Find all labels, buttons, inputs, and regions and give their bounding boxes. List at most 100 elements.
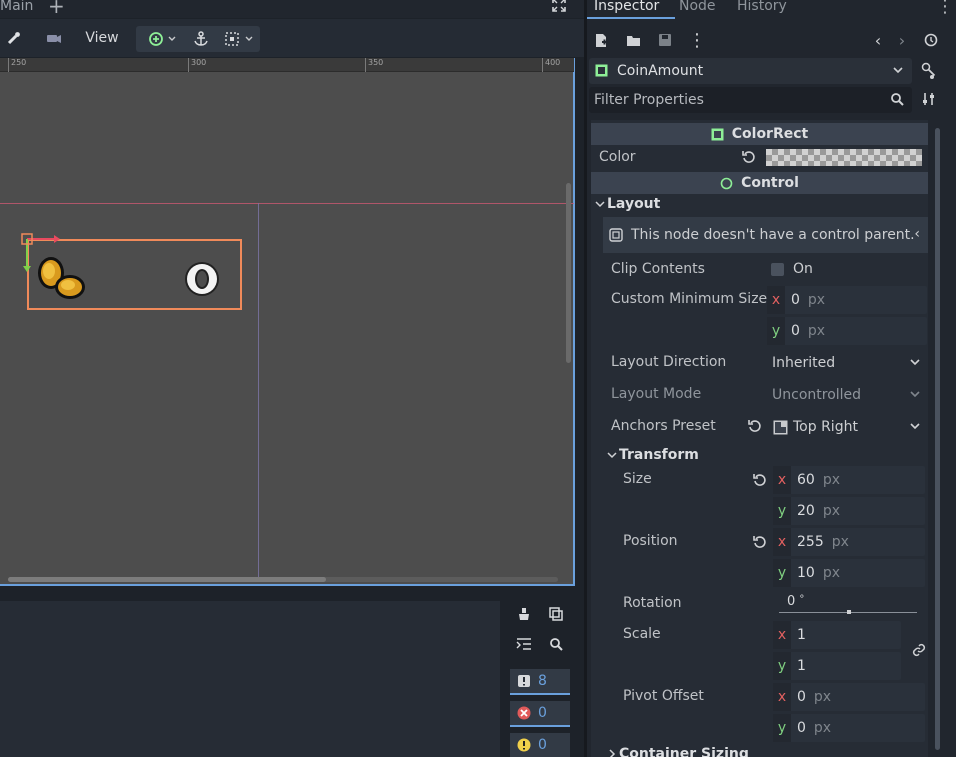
position-y-field[interactable]: y 10 px [773, 559, 925, 587]
pivot-offset-label: Pivot Offset [623, 688, 704, 704]
section-control[interactable]: Control [591, 172, 928, 194]
layout-mode-dropdown: Uncontrolled [767, 381, 927, 409]
collapse-output-icon[interactable] [510, 631, 538, 657]
reset-icon[interactable] [748, 419, 762, 437]
chevron-down-icon [910, 359, 920, 366]
new-resource-icon[interactable] [591, 26, 611, 54]
snap-tools-group [136, 26, 260, 52]
add-node-dropdown-button[interactable] [146, 20, 180, 58]
resource-menu-icon[interactable]: ⋮ [687, 26, 707, 54]
colorrect-node-icon [711, 128, 724, 140]
unit-label: px [807, 323, 826, 339]
reset-icon[interactable] [753, 473, 767, 491]
message-count-toggle[interactable]: 8 [510, 669, 570, 695]
inspector-scrollbar[interactable] [935, 128, 940, 750]
anchors-preset-dropdown[interactable]: Top Right [767, 413, 927, 441]
tab-node[interactable]: Node [679, 0, 716, 14]
coin-sprite-icon [38, 257, 85, 299]
property-tools-icon[interactable] [922, 92, 936, 110]
color-label: Color [599, 149, 636, 165]
rotation-slider[interactable]: 0 ° [777, 590, 919, 618]
clip-contents-checkbox[interactable] [771, 263, 784, 276]
layout-direction-dropdown[interactable]: Inherited [767, 349, 927, 377]
vertical-guide-line [258, 203, 259, 581]
size-y-field[interactable]: y 20 px [773, 497, 925, 525]
layout-direction-value: Inherited [772, 355, 836, 371]
anchor-top-right-icon [773, 420, 788, 434]
position-y-value: 10 [797, 565, 815, 581]
pivot-offset-x-field[interactable]: x 0 px [773, 683, 925, 711]
open-resource-icon[interactable] [623, 26, 643, 54]
scene-tab-bar: Main + [0, 0, 584, 18]
custom-min-size-x-field[interactable]: x 0 px [767, 286, 927, 314]
container-sizing-group-header[interactable]: Container Sizing [607, 746, 749, 757]
message-icon [510, 674, 538, 688]
node-selector-dropdown[interactable]: CoinAmount [589, 58, 912, 84]
godot-editor: Main + View 250 300 350 400 8 0 0 Inspec… [0, 0, 956, 757]
clear-output-icon[interactable] [510, 601, 538, 627]
viewport-toolbar: View [0, 19, 584, 57]
chevron-down-icon [892, 63, 904, 81]
chevron-left-icon[interactable]: ‹ [914, 226, 920, 242]
reset-icon[interactable] [753, 535, 767, 553]
viewport-horizontal-scrollbar[interactable] [8, 577, 326, 582]
viewport-vertical-scrollbar[interactable] [566, 183, 571, 363]
copy-output-icon[interactable] [542, 601, 570, 627]
position-x-field[interactable]: x 255 px [773, 528, 925, 556]
pivot-offset-y-value: 0 [797, 720, 806, 736]
layout-group-header[interactable]: Layout [595, 196, 660, 212]
view-menu-button[interactable]: View [84, 19, 120, 57]
scale-x-field[interactable]: x1 [773, 621, 901, 649]
anchor-icon[interactable] [192, 20, 210, 58]
history-forward-icon[interactable]: › [893, 26, 911, 54]
ruler-tick-label: 250 [11, 58, 27, 67]
unit-label: px [822, 472, 840, 488]
scale-x-value: 1 [797, 627, 806, 643]
rotation-slider-handle[interactable] [847, 610, 851, 614]
search-icon[interactable] [542, 631, 570, 657]
color-picker-swatch[interactable] [766, 149, 922, 166]
size-x-field[interactable]: x 60 px [773, 466, 925, 494]
scale-y-field[interactable]: y1 [773, 652, 901, 680]
chevron-down-icon [910, 391, 920, 398]
add-scene-tab-button[interactable]: + [48, 0, 65, 16]
tab-inspector[interactable]: Inspector [594, 0, 659, 14]
section-colorrect[interactable]: ColorRect [591, 123, 928, 145]
digit-zero-sprite-icon [185, 262, 219, 296]
scene-tab-main[interactable]: Main [0, 0, 33, 14]
reset-icon[interactable] [742, 150, 756, 168]
control-parent-warning: This node doesn't have a control parent.… [603, 217, 928, 253]
axis-x-label: x [767, 286, 785, 314]
history-back-icon[interactable]: ‹ [869, 26, 887, 54]
node-docs-icon[interactable] [921, 62, 937, 84]
distraction-free-icon[interactable] [552, 0, 566, 16]
axis-x-label: x [773, 466, 791, 494]
section-colorrect-label: ColorRect [731, 126, 809, 142]
save-resource-icon[interactable] [655, 26, 675, 54]
grid-snap-dropdown-button[interactable] [222, 20, 258, 58]
bone-tool-icon[interactable] [4, 19, 24, 57]
chevron-down-icon [607, 452, 617, 459]
output-log[interactable] [0, 601, 500, 757]
search-icon [890, 92, 904, 110]
warning-count-toggle[interactable]: 0 [510, 733, 570, 757]
control-node-icon [720, 177, 733, 189]
transform-group-header[interactable]: Transform [607, 447, 699, 463]
layout-direction-label: Layout Direction [611, 354, 727, 370]
filter-properties-input[interactable] [594, 92, 884, 108]
node-name: CoinAmount [617, 63, 704, 79]
error-count-toggle[interactable]: 0 [510, 701, 570, 727]
custom-min-size-y-field[interactable]: y 0 px [767, 317, 927, 345]
object-history-icon[interactable] [921, 26, 941, 54]
pivot-offset-y-field[interactable]: y 0 px [773, 714, 925, 742]
custom-min-size-y-value: 0 [791, 323, 800, 339]
dock-menu-icon[interactable]: ⋮ [936, 0, 954, 17]
canvas-viewport[interactable]: 250 300 350 400 [0, 58, 575, 586]
link-scale-icon[interactable] [912, 643, 926, 661]
tab-history[interactable]: History [737, 0, 787, 14]
axis-y-label: y [773, 559, 791, 587]
axis-x-label: x [773, 683, 791, 711]
camera-icon[interactable] [44, 19, 64, 57]
anchors-preset-value: Top Right [793, 419, 858, 435]
axis-y-label: y [773, 497, 791, 525]
